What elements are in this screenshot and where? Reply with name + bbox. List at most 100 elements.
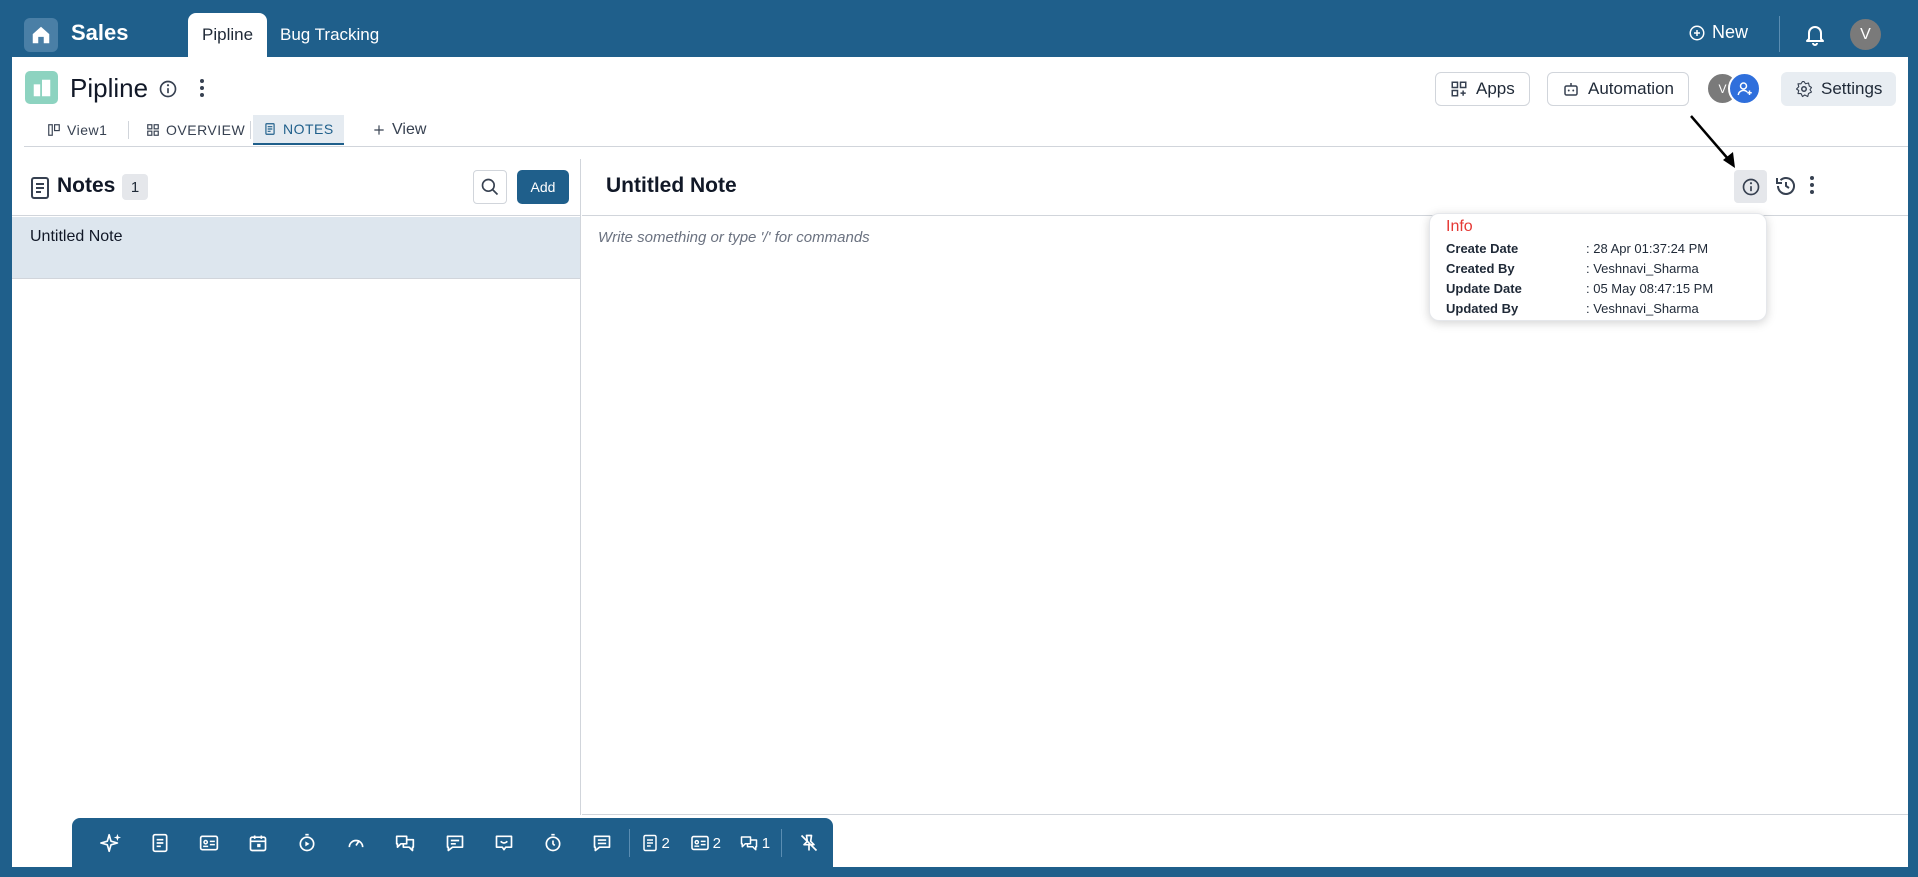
calendar-tool-button[interactable] — [233, 818, 282, 868]
info-value: : Veshnavi_Sharma — [1586, 300, 1699, 316]
message-tool-button[interactable] — [430, 818, 479, 868]
notes-icon — [643, 834, 658, 852]
info-row: Updated By : Veshnavi_Sharma — [1446, 298, 1750, 318]
apps-icon — [1451, 81, 1467, 97]
new-button-label: New — [1712, 22, 1749, 42]
apps-button[interactable]: Apps — [1435, 72, 1530, 106]
app-tab-label: Bug Tracking — [280, 24, 380, 44]
ai-sparkle-icon — [99, 833, 121, 853]
notes-title: Notes — [57, 174, 116, 197]
info-label: Create Date — [1446, 240, 1519, 256]
message-icon — [446, 835, 463, 852]
popover-title: Info — [1446, 218, 1473, 235]
page-title: Pipline — [70, 73, 149, 103]
tab-label: OVERVIEW — [166, 122, 246, 138]
chat-icon — [396, 835, 415, 852]
info-label: Updated By — [1446, 300, 1519, 316]
home-icon — [32, 26, 50, 44]
note-more-button[interactable] — [1808, 174, 1816, 201]
notes-count-badge: 1 — [122, 174, 148, 200]
card-icon — [690, 835, 709, 851]
divider — [780, 829, 782, 857]
timer-play-icon — [299, 833, 315, 852]
info-icon — [1742, 178, 1759, 195]
app-tab-label: Pipline — [202, 24, 254, 44]
gauge-tool-button[interactable] — [332, 818, 381, 868]
add-member-button[interactable] — [1728, 72, 1761, 105]
info-row: Created By : Veshnavi_Sharma — [1446, 258, 1750, 278]
unpin-toolbar-button[interactable] — [784, 818, 833, 868]
comment-tool-button[interactable] — [479, 818, 528, 868]
note-icon — [31, 177, 49, 199]
info-label: Created By — [1446, 260, 1515, 276]
automation-button-label: Automation — [1588, 79, 1674, 98]
note-icon — [265, 123, 275, 135]
divider — [250, 121, 251, 139]
tab-overview[interactable]: OVERVIEW — [136, 115, 255, 145]
divider — [24, 146, 1908, 147]
app-tab-pipline[interactable]: Pipline — [188, 13, 268, 68]
home-button[interactable] — [24, 18, 58, 52]
apps-button-label: Apps — [1476, 79, 1515, 98]
info-popover: Info Create Date : 28 Apr 01:37:24 PM Cr… — [1429, 213, 1767, 321]
more-vertical-icon — [1810, 176, 1814, 194]
counter-value: 2 — [712, 834, 721, 852]
divider — [1779, 16, 1780, 52]
notes-header: Notes 1 Add — [12, 159, 581, 216]
counter-value: 1 — [761, 834, 771, 852]
list-item[interactable]: Untitled Note — [12, 217, 580, 279]
main-panel: Pipline Apps Automation V Settings View1… — [12, 57, 1908, 867]
search-icon — [481, 178, 499, 196]
settings-button[interactable]: Settings — [1781, 72, 1897, 106]
divider — [628, 829, 630, 857]
chat-lines-tool-button[interactable] — [577, 818, 626, 868]
info-row: Create Date : 28 Apr 01:37:24 PM — [1446, 238, 1750, 258]
search-button[interactable] — [473, 170, 507, 204]
notes-panel: Notes 1 Add Untitled Note — [12, 159, 581, 815]
add-note-button[interactable]: Add — [517, 170, 569, 204]
timer-tool-button[interactable] — [283, 818, 332, 868]
apps-grid-button[interactable] — [29, 831, 51, 858]
stopwatch-icon — [545, 833, 561, 852]
plus-icon — [374, 125, 384, 135]
calendar-icon — [249, 835, 267, 852]
info-row: Update Date : 05 May 08:47:15 PM — [1446, 278, 1750, 298]
history-icon — [1776, 177, 1795, 195]
more-vertical-icon — [200, 79, 204, 97]
note-info-button[interactable] — [1734, 170, 1767, 203]
add-view-button[interactable]: View — [362, 115, 436, 145]
dots-grid-icon — [30, 832, 50, 852]
ai-button[interactable] — [86, 818, 135, 868]
avatar[interactable]: V — [1850, 19, 1881, 50]
info-label: Update Date — [1446, 280, 1522, 296]
project-info-button[interactable] — [158, 79, 178, 104]
gear-icon — [1795, 80, 1813, 98]
card-tool-button[interactable] — [184, 818, 233, 868]
history-button[interactable] — [1774, 174, 1798, 203]
project-more-button[interactable] — [198, 77, 206, 104]
bottom-toolbar: 2 2 1 — [72, 818, 833, 868]
divider — [128, 121, 129, 139]
comment-icon — [495, 835, 513, 851]
editor-body[interactable]: Write something or type '/' for commands — [598, 229, 870, 246]
notes-counter-button[interactable]: 2 — [632, 818, 681, 868]
notifications-button[interactable] — [1803, 21, 1827, 52]
chat-counter-button[interactable]: 1 — [730, 818, 779, 868]
notes-tool-button[interactable] — [135, 818, 184, 868]
app-tab-bug-tracking[interactable]: Bug Tracking — [266, 13, 393, 56]
gauge-icon — [348, 839, 364, 848]
stopwatch-tool-button[interactable] — [528, 818, 577, 868]
editor-title[interactable]: Untitled Note — [606, 174, 737, 198]
building-icon — [33, 79, 50, 96]
automation-button[interactable]: Automation — [1547, 72, 1689, 106]
board-icon — [48, 124, 60, 136]
chat-tool-button[interactable] — [381, 818, 430, 868]
card-counter-button[interactable]: 2 — [681, 818, 730, 868]
notes-icon — [152, 833, 168, 853]
divider — [582, 814, 1908, 815]
new-button[interactable]: New — [1688, 22, 1748, 43]
annotation-arrow-icon — [1690, 115, 1735, 168]
tab-view1[interactable]: View1 — [37, 115, 117, 145]
chat-icon — [740, 836, 757, 851]
tab-notes[interactable]: NOTES — [253, 115, 344, 145]
